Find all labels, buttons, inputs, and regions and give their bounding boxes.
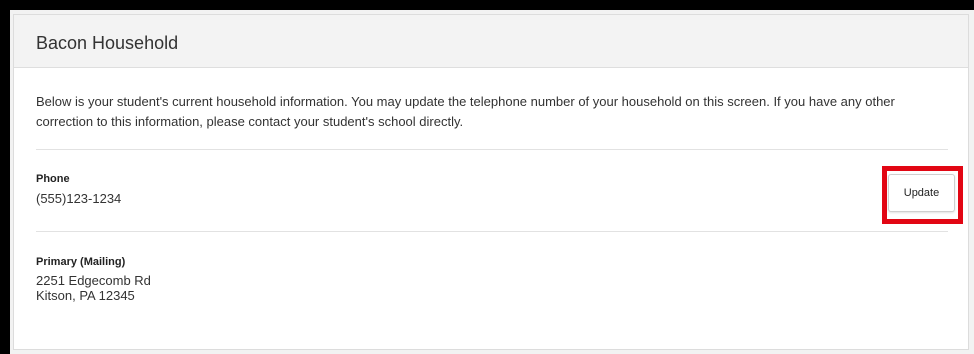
- section-divider: [36, 231, 948, 232]
- screenshot-frame: Bacon Household Below is your student's …: [10, 10, 974, 354]
- phone-value: (555)123-1234: [36, 191, 122, 206]
- section-divider: [36, 149, 948, 150]
- update-button[interactable]: Update: [888, 174, 955, 212]
- address-label: Primary (Mailing): [36, 256, 126, 268]
- card-header: Bacon Household: [14, 15, 968, 68]
- phone-label: Phone: [36, 173, 70, 185]
- address-line-1: 2251 Edgecomb Rd: [36, 273, 151, 288]
- household-card: Bacon Household Below is your student's …: [13, 14, 969, 350]
- address-line-2: Kitson, PA 12345: [36, 288, 135, 303]
- intro-text: Below is your student's current househol…: [36, 94, 895, 129]
- household-title: Bacon Household: [36, 33, 179, 53]
